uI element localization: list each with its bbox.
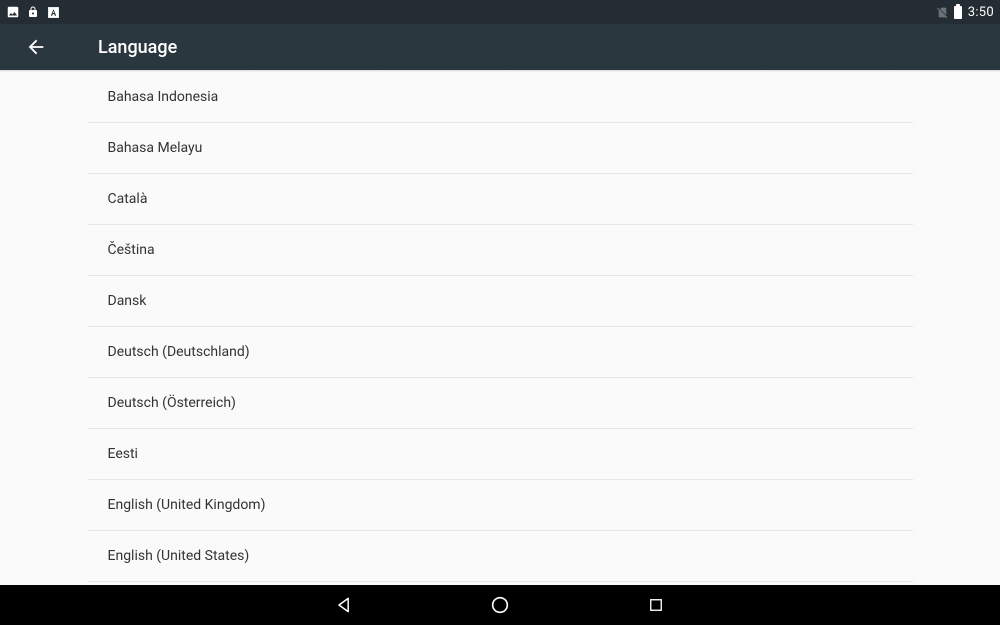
arrow-back-icon — [25, 36, 47, 58]
language-label: English (United States) — [108, 548, 250, 564]
lock-icon — [26, 5, 40, 19]
page-title: Language — [98, 37, 177, 58]
language-label: Bahasa Melayu — [108, 140, 203, 156]
language-item[interactable]: Bahasa Indonesia — [88, 72, 913, 123]
language-item[interactable]: Deutsch (Deutschland) — [88, 327, 913, 378]
language-item[interactable]: Deutsch (Österreich) — [88, 378, 913, 429]
app-bar: Language — [0, 24, 1000, 70]
language-label: Dansk — [108, 293, 147, 309]
language-label: English (United Kingdom) — [108, 497, 266, 513]
image-icon — [6, 5, 20, 19]
app-icon — [46, 5, 60, 19]
language-item[interactable]: Dansk — [88, 276, 913, 327]
language-item[interactable]: Bahasa Melayu — [88, 123, 913, 174]
language-item[interactable]: Català — [88, 174, 913, 225]
language-list: Bahasa Indonesia Bahasa Melayu Català Če… — [88, 72, 913, 582]
language-item[interactable]: Čeština — [88, 225, 913, 276]
nav-home-button[interactable] — [482, 587, 518, 623]
language-item[interactable]: English (United States) — [88, 531, 913, 582]
no-sim-icon — [936, 5, 950, 19]
status-bar: 3:50 — [0, 0, 1000, 24]
battery-icon — [954, 6, 962, 19]
status-clock: 3:50 — [968, 5, 994, 20]
language-label: Čeština — [108, 242, 155, 258]
language-item[interactable]: English (United Kingdom) — [88, 480, 913, 531]
language-label: Deutsch (Österreich) — [108, 395, 236, 411]
status-left — [6, 5, 60, 19]
triangle-back-icon — [334, 595, 354, 615]
language-label: Català — [108, 191, 148, 207]
content-area[interactable]: Bahasa Indonesia Bahasa Melayu Català Če… — [0, 72, 1000, 585]
circle-home-icon — [489, 594, 511, 616]
back-button[interactable] — [18, 29, 54, 65]
square-recent-icon — [647, 596, 665, 614]
language-item[interactable]: Eesti — [88, 429, 913, 480]
status-right: 3:50 — [936, 5, 994, 20]
language-label: Deutsch (Deutschland) — [108, 344, 250, 360]
language-label: Bahasa Indonesia — [108, 89, 219, 105]
navigation-bar — [0, 585, 1000, 625]
nav-back-button[interactable] — [326, 587, 362, 623]
language-label: Eesti — [108, 446, 138, 462]
nav-recent-button[interactable] — [638, 587, 674, 623]
